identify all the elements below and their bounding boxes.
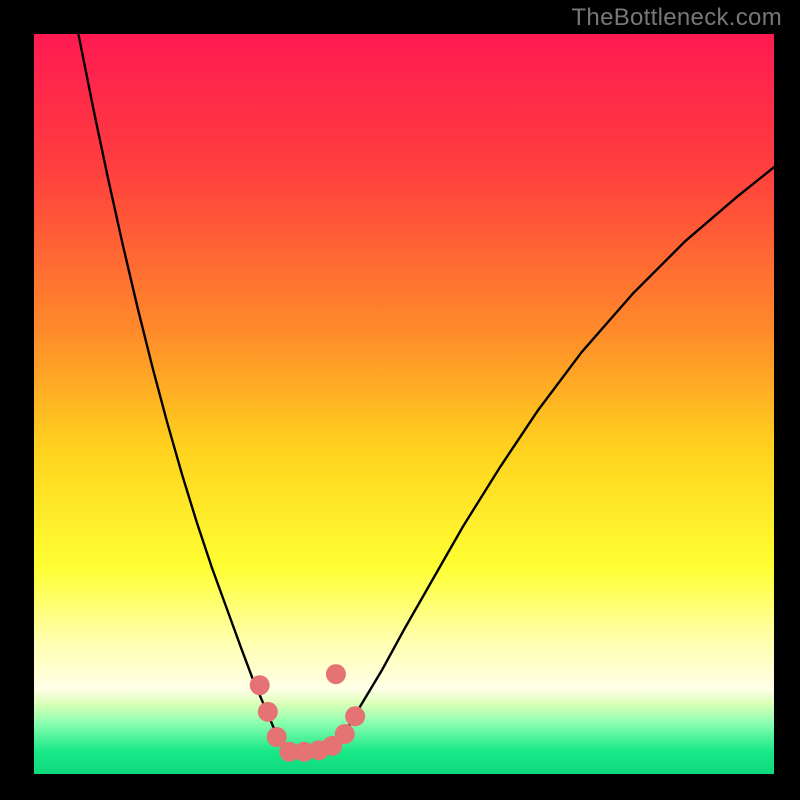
chart-svg [34,34,774,774]
plot-area [34,34,774,774]
chart-frame: TheBottleneck.com [0,0,800,800]
gradient-background [34,34,774,774]
marker-dot [335,724,355,744]
marker-dot [345,706,365,726]
marker-dot [326,664,346,684]
marker-dot [250,675,270,695]
watermark-text: TheBottleneck.com [571,4,782,32]
marker-dot [258,702,278,722]
